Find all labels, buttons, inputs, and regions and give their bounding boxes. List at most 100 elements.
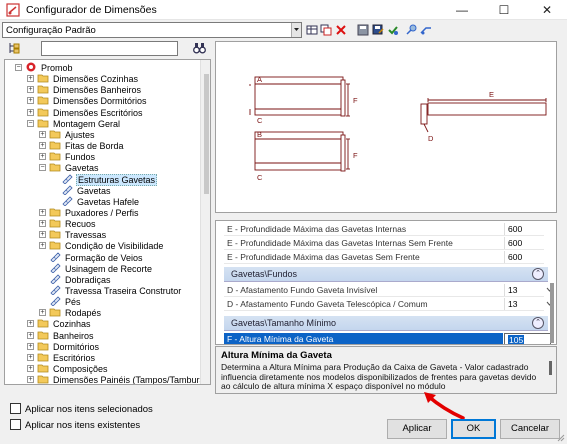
property-row[interactable]: D - Afastamento Fundo Gaveta Telescópica… <box>224 298 553 311</box>
tree-item[interactable]: + Fundos <box>39 151 96 163</box>
grid-icon[interactable] <box>306 24 318 36</box>
expand-icon[interactable]: + <box>27 342 34 350</box>
tree-item[interactable]: Dobradiças <box>49 274 112 285</box>
expand-icon[interactable]: + <box>39 309 46 317</box>
expand-icon[interactable]: + <box>27 108 34 116</box>
tree-item[interactable]: + Cozinhas <box>27 318 92 329</box>
tree-item[interactable]: Travessa Traseira Construtor <box>49 285 182 296</box>
tree-item[interactable]: + Rodapés <box>39 307 102 318</box>
tree-item[interactable]: + Dormitórios <box>27 341 100 352</box>
tree-item[interactable]: Usinagem de Recorte <box>49 263 153 274</box>
expand-icon[interactable]: + <box>39 242 46 250</box>
resize-grip-icon[interactable] <box>557 434 565 442</box>
expand-icon[interactable]: + <box>39 130 46 138</box>
tree-scrollbar[interactable] <box>200 60 210 384</box>
expand-icon[interactable]: + <box>27 376 34 384</box>
cancel-button[interactable]: Cancelar <box>500 419 560 439</box>
apply-existing-label[interactable]: Aplicar nos itens existentes <box>25 420 140 431</box>
expand-icon[interactable]: + <box>39 153 46 161</box>
transfer-icon[interactable] <box>420 24 432 36</box>
property-value-input[interactable]: 600 <box>504 251 551 263</box>
expand-icon[interactable]: + <box>39 220 46 228</box>
tree-item[interactable]: − Gavetas <box>39 162 100 174</box>
property-row[interactable]: E - Profundidade Máxima das Gavetas Inte… <box>224 223 544 236</box>
description-scrollbar[interactable] <box>549 361 552 375</box>
expand-icon[interactable]: + <box>39 231 46 239</box>
ok-button[interactable]: OK <box>451 419 496 439</box>
tree-item-label: Montagem Geral <box>53 118 121 129</box>
property-value-input[interactable]: 600 <box>504 223 551 235</box>
apply-button[interactable]: Aplicar <box>387 419 447 439</box>
property-row[interactable]: E - Profundidade Máxima das Gavetas Sem … <box>224 251 544 264</box>
tree-item[interactable]: Gavetas <box>61 185 112 196</box>
tree-item[interactable]: + Dimensões Painéis (Tampos/Tamburatos <box>27 374 210 384</box>
tree-item[interactable]: Gavetas Hafele <box>61 196 140 207</box>
property-value-select[interactable]: 13 <box>504 298 544 310</box>
expand-icon[interactable]: + <box>27 320 34 328</box>
section-header-fundos[interactable]: Gavetas\Fundos ⌃ <box>224 267 548 282</box>
check-icon[interactable] <box>387 24 399 36</box>
tree-item[interactable]: + Composições <box>27 363 109 374</box>
tree-item[interactable]: − Montagem Geral <box>27 118 121 129</box>
tree-item[interactable]: − Promob <box>15 62 74 73</box>
property-row[interactable]: D - Afastamento Fundo Gaveta Invisível 1… <box>224 284 553 297</box>
tree-item[interactable]: + Dimensões Escritórios <box>27 107 144 118</box>
tree-item[interactable]: + Banheiros <box>27 330 95 341</box>
apply-selected-label[interactable]: Aplicar nos itens selecionados <box>25 404 153 415</box>
tree-item[interactable]: + Dimensões Dormitórios <box>27 95 148 106</box>
category-tree[interactable]: − Promob + Dimensões Cozinhas + Dimensões Ban… <box>4 59 211 385</box>
tree-item[interactable]: + Escritórios <box>27 352 96 363</box>
tree-item[interactable]: + Condição de Visibilidade <box>39 240 164 251</box>
delete-icon[interactable] <box>335 24 347 36</box>
property-grid[interactable]: E - Profundidade Máxima das Gavetas Inte… <box>215 220 557 345</box>
expand-icon[interactable]: + <box>27 365 34 373</box>
pin-icon[interactable] <box>405 24 417 36</box>
expand-icon[interactable]: + <box>27 353 34 361</box>
expand-icon[interactable]: + <box>27 97 34 105</box>
tree-item-label: Fundos <box>65 152 96 163</box>
property-row[interactable]: E - Profundidade Máxima das Gavetas Inte… <box>224 237 544 250</box>
expand-icon[interactable]: + <box>27 75 34 83</box>
property-value-input[interactable]: 105 <box>504 333 551 344</box>
minimize-button[interactable]: — <box>445 0 479 20</box>
binoculars-icon[interactable] <box>193 42 206 54</box>
tree-item[interactable]: Formação de Veios <box>49 251 144 263</box>
apply-existing-checkbox[interactable] <box>10 419 21 430</box>
apply-selected-checkbox[interactable] <box>10 403 21 414</box>
property-value-select[interactable]: 13 <box>504 284 544 296</box>
chevron-down-icon[interactable] <box>291 23 301 37</box>
expand-icon[interactable]: + <box>39 208 46 216</box>
close-button[interactable]: ✕ <box>530 0 564 20</box>
property-value-input[interactable]: 600 <box>504 237 551 249</box>
section-header-tamanho-minimo[interactable]: Gavetas\Tamanho Mínimo ⌃ <box>224 316 548 331</box>
expand-icon[interactable]: + <box>39 142 46 150</box>
copy-icon[interactable] <box>320 24 332 36</box>
collapse-icon[interactable]: − <box>15 64 22 71</box>
collapse-section-icon[interactable]: ⌃ <box>532 268 544 280</box>
tree-item-selected[interactable]: Estruturas Gavetas <box>61 173 158 186</box>
tree-item[interactable]: + Dimensões Banheiros <box>27 84 142 95</box>
collapse-icon[interactable]: − <box>39 164 46 172</box>
tree-search-input[interactable] <box>41 41 178 56</box>
configuration-select[interactable]: Configuração Padrão <box>2 22 302 38</box>
collapse-tree-icon[interactable] <box>8 42 20 54</box>
maximize-button[interactable]: ☐ <box>487 0 521 20</box>
tree-item[interactable]: + Puxadores / Perfis <box>39 207 140 218</box>
collapse-icon[interactable]: − <box>27 119 34 127</box>
tree-item-label: Dobradiças <box>65 274 111 285</box>
save-icon[interactable] <box>357 24 369 36</box>
tree-item[interactable]: + Dimensões Cozinhas <box>27 73 139 84</box>
property-row-selected[interactable]: F - Altura Mínima da Gaveta 105 <box>224 333 551 344</box>
expand-icon[interactable]: + <box>27 331 34 339</box>
tree-item[interactable]: + Fitas de Borda <box>39 140 125 151</box>
collapse-section-icon[interactable]: ⌃ <box>532 317 544 329</box>
tree-item[interactable]: + Ajustes <box>39 129 96 140</box>
tree-scrollbar-thumb[interactable] <box>204 74 209 194</box>
expand-icon[interactable]: + <box>27 86 34 94</box>
tree-item-label: Gavetas <box>65 163 99 174</box>
tree-item[interactable]: Pés <box>49 296 82 307</box>
save-as-icon[interactable] <box>372 24 384 36</box>
tree-item[interactable]: + Recuos <box>39 218 97 229</box>
property-grid-scrollbar[interactable] <box>550 283 554 343</box>
tree-item[interactable]: + Travessas <box>39 229 107 240</box>
